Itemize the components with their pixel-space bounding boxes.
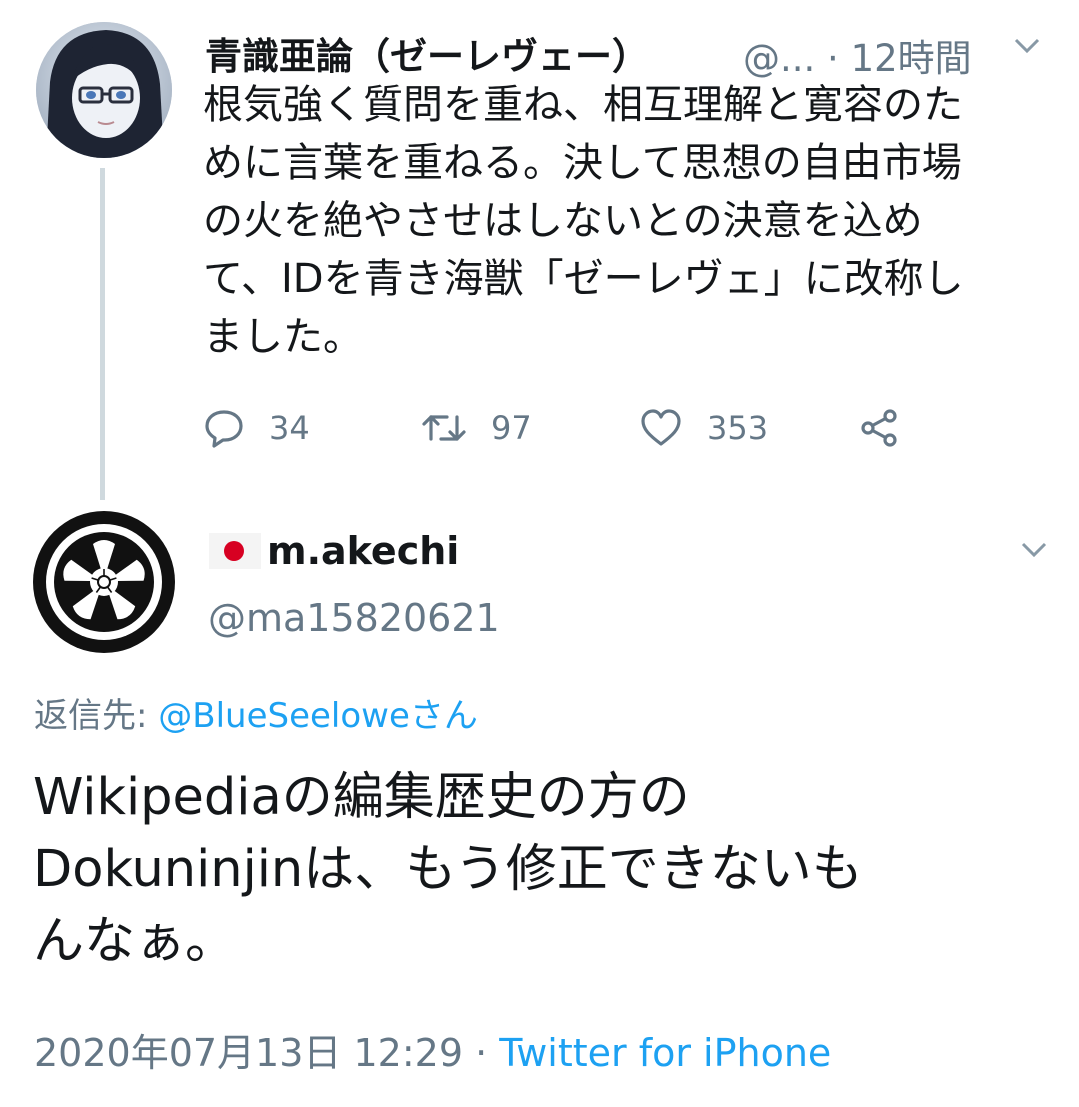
reply-count: 34 xyxy=(269,409,310,447)
replying-to-user-link[interactable]: @BlueSeeloweさん xyxy=(158,696,478,736)
parent-text-line: て、IDを青き海獣「ゼーレヴェ」に改称し xyxy=(203,256,964,302)
parent-handle-time[interactable]: @... · 12時間 xyxy=(743,28,972,82)
reply-text-line: んなぁ。 xyxy=(33,912,236,971)
reply-button[interactable]: 34 xyxy=(203,400,310,456)
reply-tweet-text: Wikipediaの編集歴史の方の Dokuninjinは、もう修正できないも … xyxy=(33,762,1043,978)
reply-text-line: Dokuninjinは、もう修正できないも xyxy=(33,840,863,899)
parent-text-line: めに言葉を重ねる。決して思想の自由市場 xyxy=(203,140,962,186)
tweet-action-bar: 34 97 353 xyxy=(203,400,923,460)
replying-to-label: 返信先: xyxy=(34,696,159,736)
reply-text-line: Wikipediaの編集歴史の方の xyxy=(33,768,690,827)
tweet-timestamp[interactable]: 2020年07月13日 12:29 xyxy=(34,1031,463,1075)
parent-text-line: の火を絶やさせはしないとの決意を込め xyxy=(203,198,923,244)
like-count: 353 xyxy=(707,409,769,447)
thread-line xyxy=(100,168,105,500)
parent-text-line: ました。 xyxy=(203,314,363,360)
reply-avatar[interactable] xyxy=(32,510,176,654)
bellflower-crest-icon xyxy=(33,511,175,653)
reply-name-row[interactable]: m.akechi xyxy=(209,526,459,576)
chevron-down-icon[interactable] xyxy=(1013,36,1041,56)
reply-display-name: m.akechi xyxy=(267,529,460,573)
replying-to: 返信先: @BlueSeeloweさん xyxy=(34,688,478,737)
share-button[interactable] xyxy=(859,400,901,456)
retweet-button[interactable]: 97 xyxy=(421,400,532,456)
japan-flag-icon xyxy=(209,533,261,569)
parent-avatar[interactable] xyxy=(36,22,172,158)
share-icon xyxy=(861,409,897,447)
retweet-count: 97 xyxy=(491,409,532,447)
reply-handle[interactable]: @ma15820621 xyxy=(208,596,500,640)
anime-girl-avatar-icon xyxy=(36,22,172,158)
parent-tweet-text: 根気強く質問を重ね、相互理解と寛容のた めに言葉を重ねる。決して思想の自由市場 … xyxy=(203,76,1043,366)
chevron-down-icon[interactable] xyxy=(1020,540,1048,560)
reply-icon xyxy=(205,410,243,448)
tweet-source-link[interactable]: Twitter for iPhone xyxy=(499,1031,831,1075)
like-icon xyxy=(641,409,681,446)
like-button[interactable]: 353 xyxy=(639,400,768,456)
parent-text-line: 根気強く質問を重ね、相互理解と寛容のた xyxy=(203,82,963,128)
parent-tweet-header: 青識亜論（ゼーレヴェー） @... · 12時間 xyxy=(205,22,1040,80)
parent-display-name[interactable]: 青識亜論（ゼーレヴェー） xyxy=(205,26,649,80)
retweet-icon xyxy=(422,415,466,441)
meta-separator: · xyxy=(463,1031,500,1075)
tweet-meta: 2020年07月13日 12:29 · Twitter for iPhone xyxy=(34,1022,831,1077)
